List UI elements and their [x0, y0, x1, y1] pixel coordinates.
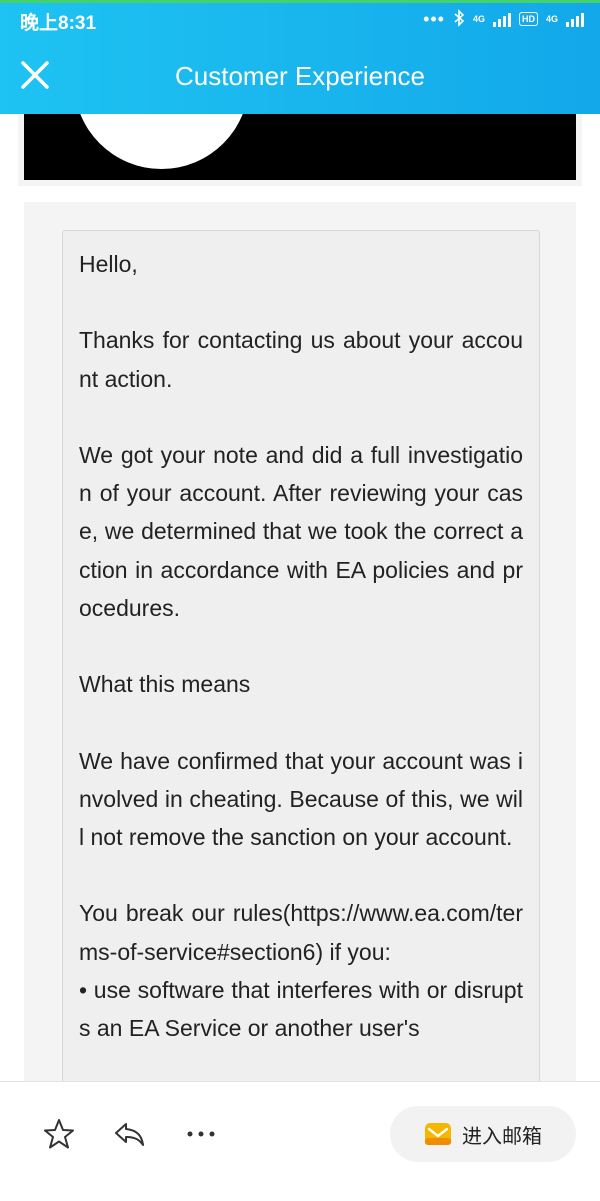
- network-type-1: 4G: [472, 13, 485, 24]
- favorite-button[interactable]: [42, 1117, 76, 1151]
- reply-icon: [115, 1123, 144, 1146]
- message-body: Hello, Thanks for contacting us about yo…: [62, 230, 540, 1092]
- bottom-toolbar: 进入邮箱: [0, 1081, 600, 1201]
- bluetooth-icon: [453, 8, 465, 30]
- paragraph-confirmed: We have confirmed that your account was …: [79, 747, 523, 850]
- app-header: 晚上8:31 ••• 4G HD 4G Customer Experience: [0, 0, 600, 114]
- more-icon: [187, 1131, 215, 1137]
- status-time: 晚上8:31: [20, 13, 97, 34]
- greeting-text: Hello,: [79, 251, 138, 277]
- network-type-2: 4G: [545, 13, 558, 24]
- paragraph-thanks: Thanks for contacting us about your acco…: [79, 327, 523, 392]
- enter-mailbox-button[interactable]: 进入邮箱: [390, 1106, 576, 1162]
- message-header-card: [18, 114, 582, 186]
- bullet-item: • use software that interferes with or d…: [79, 976, 523, 1041]
- message-container: Hello, Thanks for contacting us about yo…: [24, 202, 576, 1092]
- enter-mailbox-label: 进入邮箱: [462, 1123, 542, 1148]
- paragraph-investigation: We got your note and did a full investig…: [79, 441, 523, 621]
- header-banner-image: [24, 114, 576, 180]
- mail-icon: [425, 1123, 451, 1145]
- status-icons: ••• 4G HD 4G: [423, 8, 584, 30]
- signal-icon-2: [566, 11, 584, 27]
- message-text: Hello, Thanks for contacting us about yo…: [79, 245, 523, 1047]
- logo-circle: [74, 114, 249, 169]
- status-indicator-line: [0, 0, 600, 3]
- reply-button[interactable]: [112, 1117, 146, 1151]
- notification-dots-icon: •••: [423, 9, 445, 29]
- page-title: Customer Experience: [175, 61, 425, 91]
- signal-icon-1: [492, 11, 511, 27]
- star-icon: [44, 1119, 74, 1149]
- more-button[interactable]: [184, 1117, 218, 1151]
- section-heading: What this means: [79, 671, 251, 698]
- paragraph-rules: You break our rules(https://www.ea.com/t…: [79, 900, 523, 965]
- hd-badge: HD: [518, 12, 538, 26]
